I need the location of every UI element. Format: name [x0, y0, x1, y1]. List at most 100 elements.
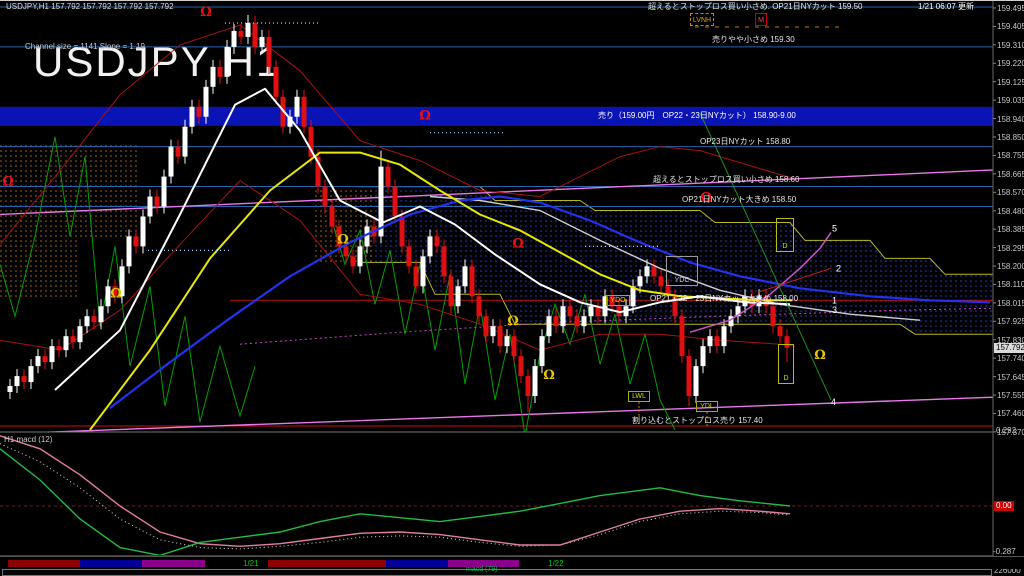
omega-marker: Ω: [543, 368, 555, 383]
tag-ydo[interactable]: YDO: [606, 295, 630, 306]
candle-body: [512, 336, 517, 356]
chart-canvas[interactable]: ΩΩΩΩΩΩΩΩΩΩ52134: [0, 0, 1024, 576]
price-tick: 159.310: [997, 41, 1024, 50]
candle-body: [302, 97, 307, 127]
tag-lvnh[interactable]: LVNH: [690, 13, 714, 26]
wave-number: 5: [832, 223, 837, 233]
tag-d-upper[interactable]: D: [776, 218, 794, 252]
tag-m[interactable]: M: [755, 13, 767, 26]
candle-body: [407, 246, 412, 266]
omega-marker: Ω: [814, 348, 826, 363]
session-segment: [80, 560, 142, 567]
candle-body: [393, 187, 398, 217]
candle-body: [246, 23, 251, 37]
omega-marker: Ω: [419, 109, 431, 124]
candle-body: [722, 326, 727, 346]
omega-marker: Ω: [507, 314, 519, 329]
candle-body: [218, 67, 223, 77]
annotation-op-15800: OP21・22・23日NYカット大きめ 158.00: [650, 293, 798, 304]
candle-body: [694, 366, 699, 396]
price-tick: 158.295: [997, 244, 1024, 253]
candle-body: [659, 276, 664, 286]
candle-body: [148, 197, 153, 217]
annotation-stop-buy-15950: 超えるとストップロス買い小さめ. OP21日NYカット 159.50: [648, 1, 862, 12]
price-tick: 157.740: [997, 354, 1024, 363]
wave-number: 2: [836, 263, 841, 273]
candle-body: [260, 37, 265, 47]
price-tick: 157.460: [997, 409, 1024, 418]
price-tick: 158.850: [997, 133, 1024, 142]
annotation-op-15850: OP21日NYカット大きめ 158.50: [682, 194, 796, 205]
candle-body: [540, 336, 545, 366]
candle-body: [638, 276, 643, 286]
candle-body: [533, 366, 538, 396]
candle-body: [134, 236, 139, 246]
price-tick: 158.570: [997, 188, 1024, 197]
candle-body: [463, 266, 468, 286]
candle-body: [29, 366, 34, 382]
time-axis[interactable]: 1/211/22: [0, 556, 1024, 569]
candle-body: [232, 31, 237, 47]
tag-ydl[interactable]: YDL: [696, 401, 718, 412]
updated-timestamp: 1/21 06:07 更新: [918, 1, 974, 12]
candle-body: [477, 296, 482, 316]
tag-d-lower[interactable]: D: [778, 344, 794, 384]
candle-body: [645, 266, 650, 276]
current-price-box: 157.792: [994, 343, 1024, 353]
candle-body: [400, 216, 405, 246]
mt4-chart-window: USDJPY H1 ΩΩΩΩΩΩΩΩΩΩ52134 USDJPY,H1 157.…: [0, 0, 1024, 576]
candle-body: [344, 246, 349, 256]
candle-body: [652, 266, 657, 276]
candle-body: [99, 306, 104, 322]
candle-body: [680, 316, 685, 356]
macd-axis-top: 0.292: [996, 426, 1016, 435]
date-label: 1/22: [548, 559, 564, 568]
candle-body: [176, 147, 181, 157]
candle-body: [43, 356, 48, 362]
candle-body: [778, 326, 783, 336]
sell-band: [0, 107, 993, 126]
candle-body: [295, 97, 300, 117]
annotation-sell-15930: 売りやや小さめ 159.30: [712, 34, 795, 45]
candle-body: [323, 187, 328, 207]
price-tick: 157.555: [997, 391, 1024, 400]
candle-body: [575, 316, 580, 326]
candle-body: [379, 167, 384, 237]
candle-body: [274, 67, 279, 97]
candle-body: [701, 346, 706, 366]
candle-body: [771, 306, 776, 326]
omega-marker: Ω: [2, 175, 14, 190]
candle-body: [554, 316, 559, 326]
main-pane[interactable]: ΩΩΩΩΩΩΩΩΩΩ52134: [0, 5, 1024, 436]
candle-body: [211, 67, 216, 87]
candle-body: [141, 216, 146, 246]
price-tick: 158.665: [997, 170, 1024, 179]
tag-ydc[interactable]: YDC: [666, 256, 698, 286]
candle-body: [519, 356, 524, 376]
annotation-sell-band-15890: 売り（159.00円 OP22・23日NYカット） 158.90-9.00: [598, 110, 796, 121]
omega-marker: Ω: [200, 5, 212, 20]
candle-body: [386, 167, 391, 187]
collapsed-indicator-label: macd (79): [466, 566, 498, 573]
candle-body: [414, 266, 419, 286]
candle-body: [78, 326, 83, 342]
omega-marker: Ω: [512, 236, 524, 251]
macd-pane[interactable]: [0, 436, 993, 556]
tag-lwl[interactable]: LWL: [628, 391, 650, 402]
price-tick: 158.480: [997, 207, 1024, 216]
macd-axis-zero: 0.00: [994, 501, 1014, 511]
candle-body: [561, 306, 566, 326]
candle-body: [155, 197, 160, 207]
candle-body: [547, 316, 552, 336]
candle-body: [589, 306, 594, 316]
session-segment: [142, 560, 205, 567]
candle-body: [526, 376, 531, 396]
candle-body: [631, 286, 636, 306]
candle-body: [428, 236, 433, 256]
price-tick: 159.125: [997, 78, 1024, 87]
candle-body: [50, 346, 55, 362]
candle-body: [470, 266, 475, 296]
candle-body: [498, 326, 503, 346]
candle-body: [57, 346, 62, 350]
candle-body: [162, 177, 167, 207]
